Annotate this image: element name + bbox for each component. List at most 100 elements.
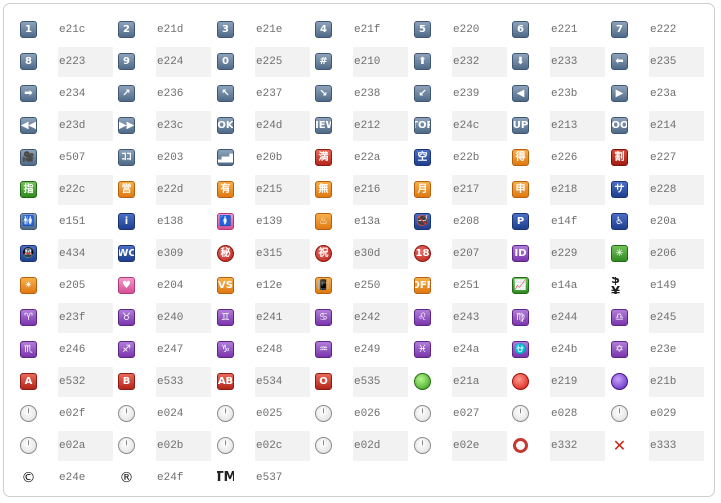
chart-icon: 📈 — [512, 277, 529, 294]
free-icon: 無 — [315, 181, 332, 198]
emoji-code-label: e208 — [453, 216, 480, 228]
emoji-cell: ╵ e02f — [15, 399, 113, 429]
emoji-code-label: e02d — [353, 431, 408, 461]
emoji-cell: 祝 e30d — [310, 239, 408, 269]
emoji-cell: 有 e215 — [212, 175, 310, 205]
emoji-cell: ╵ e026 — [310, 399, 408, 429]
keycap-6-icon: 6 — [512, 21, 529, 38]
clock-nine-icon: ╵ — [118, 437, 135, 454]
emoji-code-label: e234 — [59, 88, 86, 100]
emoji-row: © e24e ® e24f TM e537 — [15, 463, 707, 493]
emoji-cell: サ e228 — [606, 175, 704, 205]
emoji-code-label: e434 — [58, 239, 113, 269]
emoji-code-label: e333 — [649, 431, 704, 461]
emoji-code-label: e219 — [550, 367, 605, 397]
emoji-cell: 4 e21f — [310, 15, 408, 45]
emoji-cell: e219 — [507, 367, 605, 397]
emoji-cell: 📈 e14a — [507, 271, 605, 301]
emoji-cell: 6 e221 — [507, 15, 605, 45]
emoji-code-label: e204 — [157, 280, 184, 292]
emoji-cell: 8 e223 — [15, 47, 113, 77]
emoji-code-label: e227 — [650, 152, 677, 164]
arrow-upper-right-icon: ↗ — [118, 85, 135, 102]
full-icon: 満 — [315, 149, 332, 166]
clock-one-icon: ╵ — [20, 405, 37, 422]
emoji-cell: ⬇ e233 — [507, 47, 605, 77]
emoji-code-label: e507 — [59, 152, 86, 164]
emoji-code-label: e21d — [157, 24, 184, 36]
emoji-code-label: e213 — [550, 111, 605, 141]
clock-eleven-icon: ╵ — [315, 437, 332, 454]
emoji-cell: Oe535 — [310, 367, 408, 397]
emoji-code-label: e243 — [452, 303, 507, 333]
emoji-code-label: e249 — [354, 344, 381, 356]
clock-six-icon: ╵ — [512, 405, 529, 422]
vacancy-icon: 空 — [414, 149, 431, 166]
emoji-code-label: e215 — [255, 175, 310, 205]
emoji-code-label: e22b — [453, 152, 480, 164]
emoji-code-label: e537 — [256, 472, 283, 484]
emoji-cell: Pe14f — [507, 207, 605, 237]
emoji-cell: ｺｺ e203 — [113, 143, 211, 173]
emoji-code-label: e532 — [58, 367, 113, 397]
emoji-cell: ▂▄▆ e20b — [212, 143, 310, 173]
emoji-cell: ♑ e248 — [212, 335, 310, 365]
emoji-code-label: e13a — [354, 216, 381, 228]
emoji-cell: ╵ e02e — [409, 431, 507, 461]
emoji-cell: Be533 — [113, 367, 211, 397]
koko-icon: ｺｺ — [118, 149, 135, 166]
emoji-cell: 指 e22c — [15, 175, 113, 205]
emoji-row: 1 e21c 2 e21d 3 e21e 4 e21f 5 e220 6 e221 7 e222 — [15, 15, 707, 45]
emoji-code-label: e235 — [649, 47, 704, 77]
keycap-0-icon: 0 — [217, 53, 234, 70]
emoji-code-label: e30d — [353, 239, 408, 269]
not-free-icon: 有 — [217, 181, 234, 198]
emoji-cell: Ae532 — [15, 367, 113, 397]
emoji-cell: ♊ e241 — [212, 303, 310, 333]
emoji-code-label: e24d — [255, 111, 310, 141]
emoji-cell: ⬅ e235 — [606, 47, 704, 77]
id-icon: ID — [512, 245, 529, 262]
up-icon: UP — [512, 117, 529, 134]
trademark-icon: TM — [217, 470, 234, 485]
emoji-cell: ♐ e247 — [113, 335, 211, 365]
emoji-code-label: e23c — [156, 111, 211, 141]
emoji-cell: ➡ e234 — [15, 79, 113, 109]
emoji-cell: i e138 — [113, 207, 211, 237]
emoji-cell: ↗ e236 — [113, 79, 211, 109]
emoji-cell: ▶▶ e23c — [113, 111, 211, 141]
rewind-icon: ◀◀ — [20, 117, 37, 134]
emoji-code-label: e221 — [551, 24, 578, 36]
emoji-cell: 🚺 e139 — [212, 207, 310, 237]
emoji-cell: ✕ e333 — [606, 431, 704, 461]
emoji-code-label: e228 — [649, 175, 704, 205]
emoji-code-label: e21e — [256, 24, 283, 36]
emoji-code-label: e024 — [157, 408, 184, 420]
clock-two-icon: ╵ — [118, 405, 135, 422]
emoji-cell: ◀ e23b — [507, 79, 605, 109]
emoji-code-label: e02a — [58, 431, 113, 461]
emoji-code-label: e218 — [550, 175, 605, 205]
emoji-cell: OFF e251 — [409, 271, 507, 301]
emoji-code-label: e212 — [353, 111, 408, 141]
emoji-code-label: e309 — [156, 239, 211, 269]
clock-ten-icon: ╵ — [217, 437, 234, 454]
cancer-icon: ♋ — [315, 309, 332, 326]
service-icon: サ — [611, 181, 628, 198]
emoji-code-label: e233 — [550, 47, 605, 77]
emoji-cell: 2 e21d — [113, 15, 211, 45]
emoji-row: ◀◀e23d▶▶e23cOKe24dNEWe212TOPe24cUPe213CO… — [15, 111, 707, 141]
emoji-cell: 割 e227 — [606, 143, 704, 173]
bargain-icon: 得 — [512, 149, 529, 166]
clock-eight-icon: ╵ — [20, 437, 37, 454]
emoji-cell: ╵ e02b — [113, 431, 211, 461]
emoji-cell: 🚭 e208 — [409, 207, 507, 237]
emoji-row: 8 e223 9 e224 0 e225 # e210 ⬆ e232 ⬇ e233 ⬅ e235 — [15, 47, 707, 77]
heart-decoration-icon: ♥ — [118, 277, 135, 294]
emoji-cell: ╵ e02c — [212, 431, 310, 461]
purple-circle-icon — [611, 373, 628, 390]
emoji-row: ♏ e246 ♐ e247 ♑ e248 ♒ e249 ♓ e24a ⛎ e24b ✡ e23e — [15, 335, 707, 365]
arrow-down-icon: ⬇ — [512, 53, 529, 70]
emoji-code-label: e21a — [452, 367, 507, 397]
monthly-icon: 月 — [414, 181, 431, 198]
